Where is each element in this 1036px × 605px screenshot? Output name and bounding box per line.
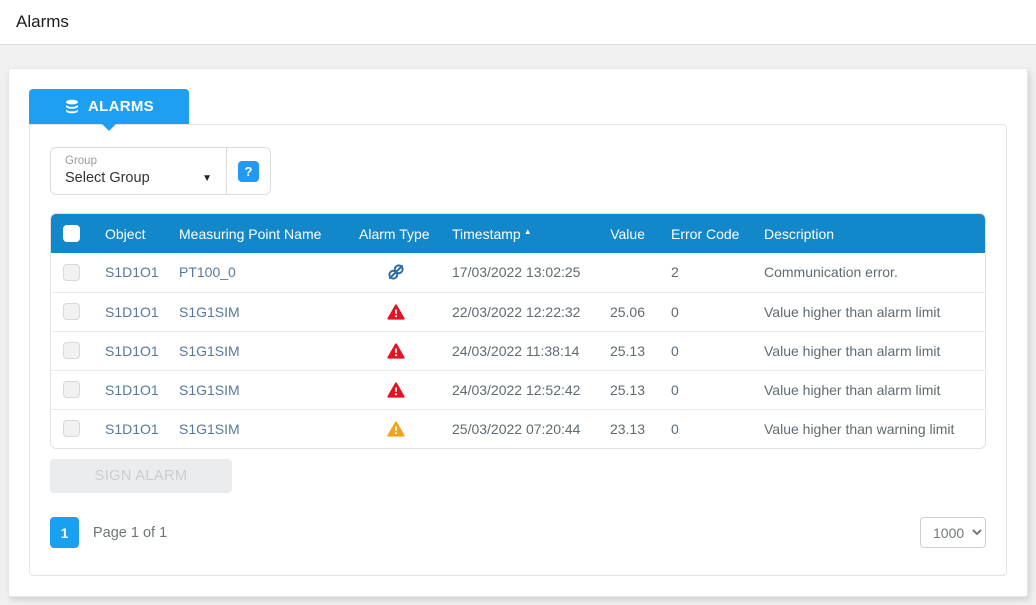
help-icon: ? — [238, 161, 259, 182]
value-cell: 25.13 — [596, 370, 651, 409]
table-row: S1D1O1 PT100_0 — [51, 253, 985, 292]
value-cell: 25.13 — [596, 331, 651, 370]
alarms-card: ALARMS Group Select Group ▼ ? — [8, 68, 1028, 597]
tab-label: ALARMS — [88, 98, 154, 115]
table-row: S1D1O1 S1G1SIM — [51, 292, 985, 331]
description-cell: Communication error. — [756, 253, 985, 292]
row-checkbox[interactable] — [63, 342, 80, 359]
object-link[interactable]: S1D1O1 — [91, 370, 171, 409]
sort-asc-icon: ▲ — [524, 227, 532, 236]
column-header-timestamp[interactable]: Timestamp▲ — [441, 214, 596, 253]
error-code-cell: 0 — [651, 409, 756, 448]
tab-alarms[interactable]: ALARMS — [29, 89, 189, 124]
row-checkbox[interactable] — [63, 264, 80, 281]
column-header-error-code[interactable]: Error Code — [651, 214, 756, 253]
error-code-cell: 0 — [651, 331, 756, 370]
timestamp-cell: 25/03/2022 07:20:44 — [441, 409, 596, 448]
group-filter: Group Select Group ▼ ? — [50, 147, 271, 195]
sign-alarm-button[interactable]: SIGN ALARM — [50, 459, 232, 493]
page-1-button[interactable]: 1 — [50, 517, 79, 548]
chevron-down-icon: ▼ — [202, 173, 212, 184]
select-all-checkbox[interactable] — [63, 225, 80, 242]
communication-error-icon — [387, 263, 405, 281]
row-checkbox[interactable] — [63, 381, 80, 398]
description-cell: Value higher than warning limit — [756, 409, 985, 448]
timestamp-cell: 22/03/2022 12:22:32 — [441, 292, 596, 331]
description-cell: Value higher than alarm limit — [756, 331, 985, 370]
alarm-warning-icon — [387, 304, 405, 320]
value-cell: 25.06 — [596, 292, 651, 331]
column-header-value[interactable]: Value — [596, 214, 651, 253]
group-value: Select Group — [65, 168, 150, 188]
error-code-cell: 0 — [651, 292, 756, 331]
column-header-measuring-point[interactable]: Measuring Point Name — [171, 214, 351, 253]
page-size-select[interactable]: 1000 — [920, 517, 986, 548]
row-checkbox[interactable] — [63, 420, 80, 437]
object-link[interactable]: S1D1O1 — [91, 331, 171, 370]
page-title: Alarms — [16, 12, 1020, 32]
table-row: S1D1O1 S1G1SIM — [51, 331, 985, 370]
timestamp-cell: 24/03/2022 11:38:14 — [441, 331, 596, 370]
warning-limit-icon — [387, 421, 405, 437]
table-row: S1D1O1 S1G1SIM — [51, 370, 985, 409]
alarm-warning-icon — [387, 343, 405, 359]
help-button[interactable]: ? — [226, 148, 270, 194]
group-select[interactable]: Group Select Group ▼ — [51, 148, 226, 194]
measuring-point-link[interactable]: S1G1SIM — [171, 331, 351, 370]
column-header-object[interactable]: Object — [91, 214, 171, 253]
row-checkbox[interactable] — [63, 303, 80, 320]
alarm-warning-icon — [387, 382, 405, 398]
object-link[interactable]: S1D1O1 — [91, 409, 171, 448]
description-cell: Value higher than alarm limit — [756, 292, 985, 331]
value-cell: 23.13 — [596, 409, 651, 448]
timestamp-cell: 24/03/2022 12:52:42 — [441, 370, 596, 409]
alarms-panel: Group Select Group ▼ ? Object — [29, 124, 1007, 576]
column-header-alarm-type[interactable]: Alarm Type — [351, 214, 441, 253]
object-link[interactable]: S1D1O1 — [91, 292, 171, 331]
measuring-point-link[interactable]: PT100_0 — [171, 253, 351, 292]
pagination: 1 Page 1 of 1 1000 — [50, 517, 986, 548]
measuring-point-link[interactable]: S1G1SIM — [171, 292, 351, 331]
error-code-cell: 2 — [651, 253, 756, 292]
database-icon — [64, 99, 80, 115]
group-label: Group — [65, 154, 212, 168]
object-link[interactable]: S1D1O1 — [91, 253, 171, 292]
value-cell — [596, 253, 651, 292]
timestamp-cell: 17/03/2022 13:02:25 — [441, 253, 596, 292]
column-header-description[interactable]: Description — [756, 214, 985, 253]
measuring-point-link[interactable]: S1G1SIM — [171, 409, 351, 448]
page-header: Alarms — [0, 0, 1036, 45]
page-body: ALARMS Group Select Group ▼ ? — [0, 45, 1036, 605]
error-code-cell: 0 — [651, 370, 756, 409]
description-cell: Value higher than alarm limit — [756, 370, 985, 409]
table-header-row: Object Measuring Point Name Alarm Type T… — [51, 214, 985, 253]
measuring-point-link[interactable]: S1G1SIM — [171, 370, 351, 409]
page-count-label: Page 1 of 1 — [93, 525, 167, 541]
table-row: S1D1O1 S1G1SIM — [51, 409, 985, 448]
alarms-table: Object Measuring Point Name Alarm Type T… — [50, 213, 986, 449]
